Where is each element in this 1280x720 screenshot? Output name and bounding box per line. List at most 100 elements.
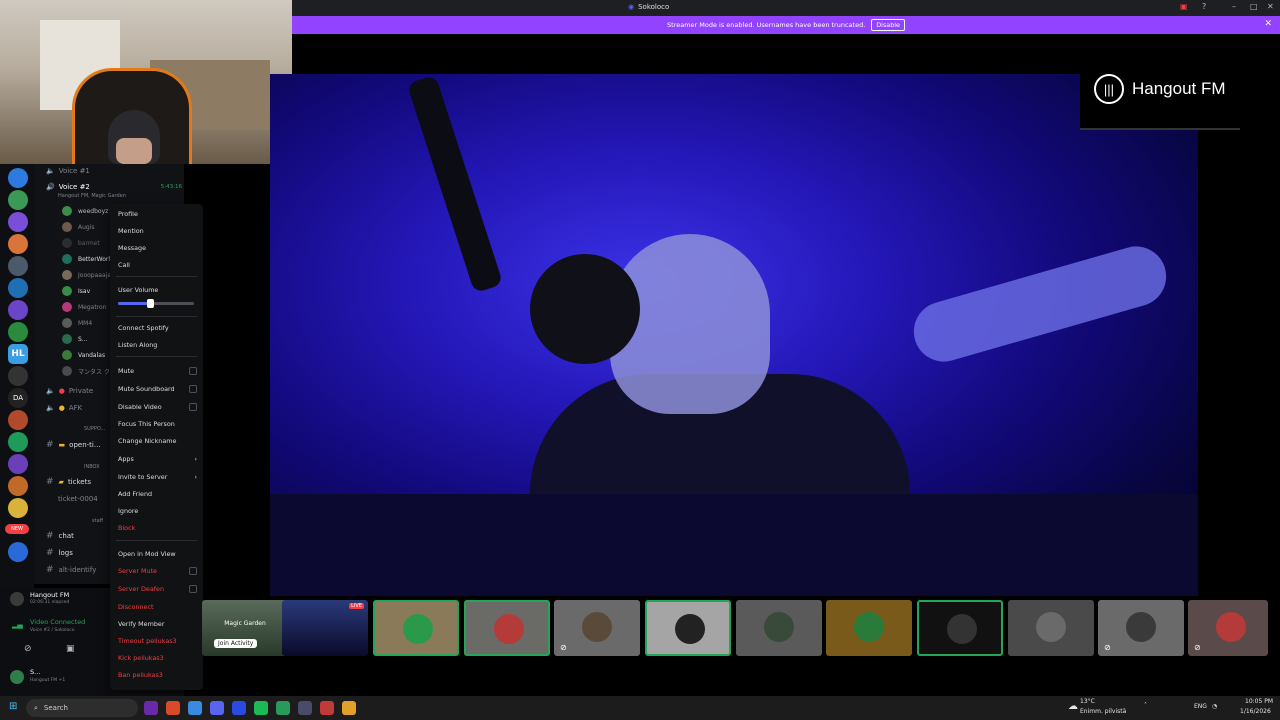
inbox-icon[interactable]: ▣	[1180, 2, 1188, 11]
voice-user[interactable]: Jooopaaaja	[62, 268, 111, 282]
text-channel-ticket-0004[interactable]: ticket-0004	[58, 492, 98, 506]
menu-kick[interactable]: Kick peliukas3	[118, 652, 197, 664]
voice-user[interactable]: BetterWorld	[62, 252, 114, 266]
taskbar-app-icon[interactable]	[298, 701, 312, 715]
text-channel-open-tickets[interactable]: # ▬ open-ti...	[46, 438, 101, 452]
server-icon[interactable]	[8, 454, 28, 474]
menu-call[interactable]: Call	[118, 259, 197, 271]
video-stage[interactable]: ||| Hangout FM	[270, 34, 1280, 598]
server-icon[interactable]	[8, 476, 28, 496]
participant-tile[interactable]	[373, 600, 459, 656]
text-channel-chat[interactable]: # chat	[46, 529, 74, 543]
participant-tile[interactable]	[645, 600, 731, 656]
server-icon-hl[interactable]: HL	[8, 344, 28, 364]
participant-tile[interactable]: ⊘	[1188, 600, 1268, 656]
server-icon[interactable]	[8, 212, 28, 232]
voice-connected-status[interactable]: Video Connected	[30, 618, 85, 626]
voice-user[interactable]: MM4	[62, 316, 92, 330]
menu-ignore[interactable]: Ignore	[118, 505, 197, 517]
clock-time[interactable]: 10:05 PM	[1245, 698, 1273, 705]
taskbar-app-icon[interactable]	[144, 701, 158, 715]
participant-tile[interactable]: ⊘	[554, 600, 640, 656]
category-staff[interactable]: staff	[92, 517, 103, 525]
text-channel-tickets[interactable]: # ▰ tickets	[46, 475, 91, 489]
voice-channel-1[interactable]: 🔈 Voice #1	[46, 164, 90, 178]
voice-channel-afk[interactable]: 🔈 ● AFK	[46, 401, 82, 415]
taskbar-app-icon[interactable]	[320, 701, 334, 715]
participant-tile[interactable]	[917, 600, 1003, 656]
language-indicator[interactable]: ENG	[1194, 703, 1207, 710]
taskbar-app-icon[interactable]	[254, 701, 268, 715]
taskbar-search[interactable]: ⌕ Search	[26, 699, 138, 717]
voice-user[interactable]: Isav	[62, 284, 90, 298]
menu-disconnect[interactable]: Disconnect	[118, 601, 197, 613]
participant-tile[interactable]	[1008, 600, 1094, 656]
disable-streamer-mode-button[interactable]: Disable	[871, 19, 905, 31]
voice-user[interactable]: barmet	[62, 236, 100, 250]
menu-invite-server[interactable]: Invite to Server ›	[118, 471, 197, 483]
server-icon[interactable]	[8, 168, 28, 188]
server-icon[interactable]	[8, 300, 28, 320]
menu-change-nickname[interactable]: Change Nickname	[118, 435, 197, 447]
menu-disable-video[interactable]: Disable Video	[118, 401, 197, 413]
menu-mention[interactable]: Mention	[118, 225, 197, 237]
server-icon[interactable]	[8, 410, 28, 430]
participant-tile[interactable]	[736, 600, 822, 656]
voice-user[interactable]: Megatron	[62, 300, 107, 314]
participant-tile[interactable]	[464, 600, 550, 656]
server-icon-da[interactable]: DA	[8, 388, 28, 408]
voice-user[interactable]: weedboyz	[62, 204, 108, 218]
menu-profile[interactable]: Profile	[118, 208, 197, 220]
checkbox[interactable]	[189, 385, 197, 393]
voice-user[interactable]: S...	[62, 332, 88, 346]
windows-start-icon[interactable]: ⊞	[9, 701, 17, 712]
stream-tile[interactable]: LIVE	[282, 600, 368, 656]
menu-mute[interactable]: Mute	[118, 365, 197, 377]
server-icon[interactable]	[8, 256, 28, 276]
server-icon[interactable]	[8, 432, 28, 452]
screen-share-icon[interactable]: ▣	[66, 644, 75, 654]
text-channel-alt-identify[interactable]: # alt-identify	[46, 563, 96, 577]
server-icon[interactable]	[8, 366, 28, 386]
menu-timeout[interactable]: Timeout peliukas3	[118, 635, 197, 647]
text-channel-logs[interactable]: # logs	[46, 546, 73, 560]
focused-video-feed[interactable]	[270, 74, 1198, 596]
menu-mute-soundboard[interactable]: Mute Soundboard	[118, 383, 197, 395]
taskbar-app-icon[interactable]	[188, 701, 202, 715]
taskbar-app-icon[interactable]	[342, 701, 356, 715]
voice-user[interactable]: マンタス ク	[62, 364, 110, 378]
menu-focus-person[interactable]: Focus This Person	[118, 418, 197, 430]
taskbar-app-icon[interactable]	[276, 701, 290, 715]
participant-tile[interactable]	[826, 600, 912, 656]
checkbox[interactable]	[189, 367, 197, 375]
taskbar-app-icon[interactable]	[232, 701, 246, 715]
server-icon[interactable]	[8, 542, 28, 562]
my-avatar[interactable]	[10, 670, 24, 684]
help-icon[interactable]: ?	[1202, 2, 1206, 11]
server-icon[interactable]	[8, 498, 28, 518]
menu-server-mute[interactable]: Server Mute	[118, 565, 197, 577]
camera-off-icon[interactable]: ⊘	[24, 644, 32, 654]
menu-add-friend[interactable]: Add Friend	[118, 488, 197, 500]
checkbox[interactable]	[189, 567, 197, 575]
server-icon[interactable]	[8, 234, 28, 254]
participant-tile[interactable]: ⊘	[1098, 600, 1184, 656]
network-icon[interactable]: ◔	[1212, 703, 1217, 710]
server-icon[interactable]	[8, 322, 28, 342]
voice-user[interactable]: Vandalas	[62, 348, 105, 362]
menu-listen-along[interactable]: Listen Along	[118, 339, 197, 351]
menu-ban[interactable]: Ban peliukas3	[118, 669, 197, 681]
menu-open-mod-view[interactable]: Open in Mod View	[118, 548, 197, 560]
voice-channel-private[interactable]: 🔈 ● Private	[46, 384, 93, 398]
minimize-icon[interactable]: –	[1232, 2, 1236, 11]
server-icon[interactable]	[8, 190, 28, 210]
close-window-icon[interactable]: ✕	[1267, 2, 1274, 11]
menu-verify-member[interactable]: Verify Member	[118, 618, 197, 630]
menu-connect-spotify[interactable]: Connect Spotify	[118, 322, 197, 334]
volume-knob[interactable]	[146, 299, 154, 308]
menu-block[interactable]: Block	[118, 522, 197, 534]
activity-tile[interactable]: Magic Garden Join Activity	[202, 600, 288, 656]
taskbar-app-icon[interactable]	[210, 701, 224, 715]
voice-user[interactable]: Augis	[62, 220, 95, 234]
checkbox[interactable]	[189, 403, 197, 411]
